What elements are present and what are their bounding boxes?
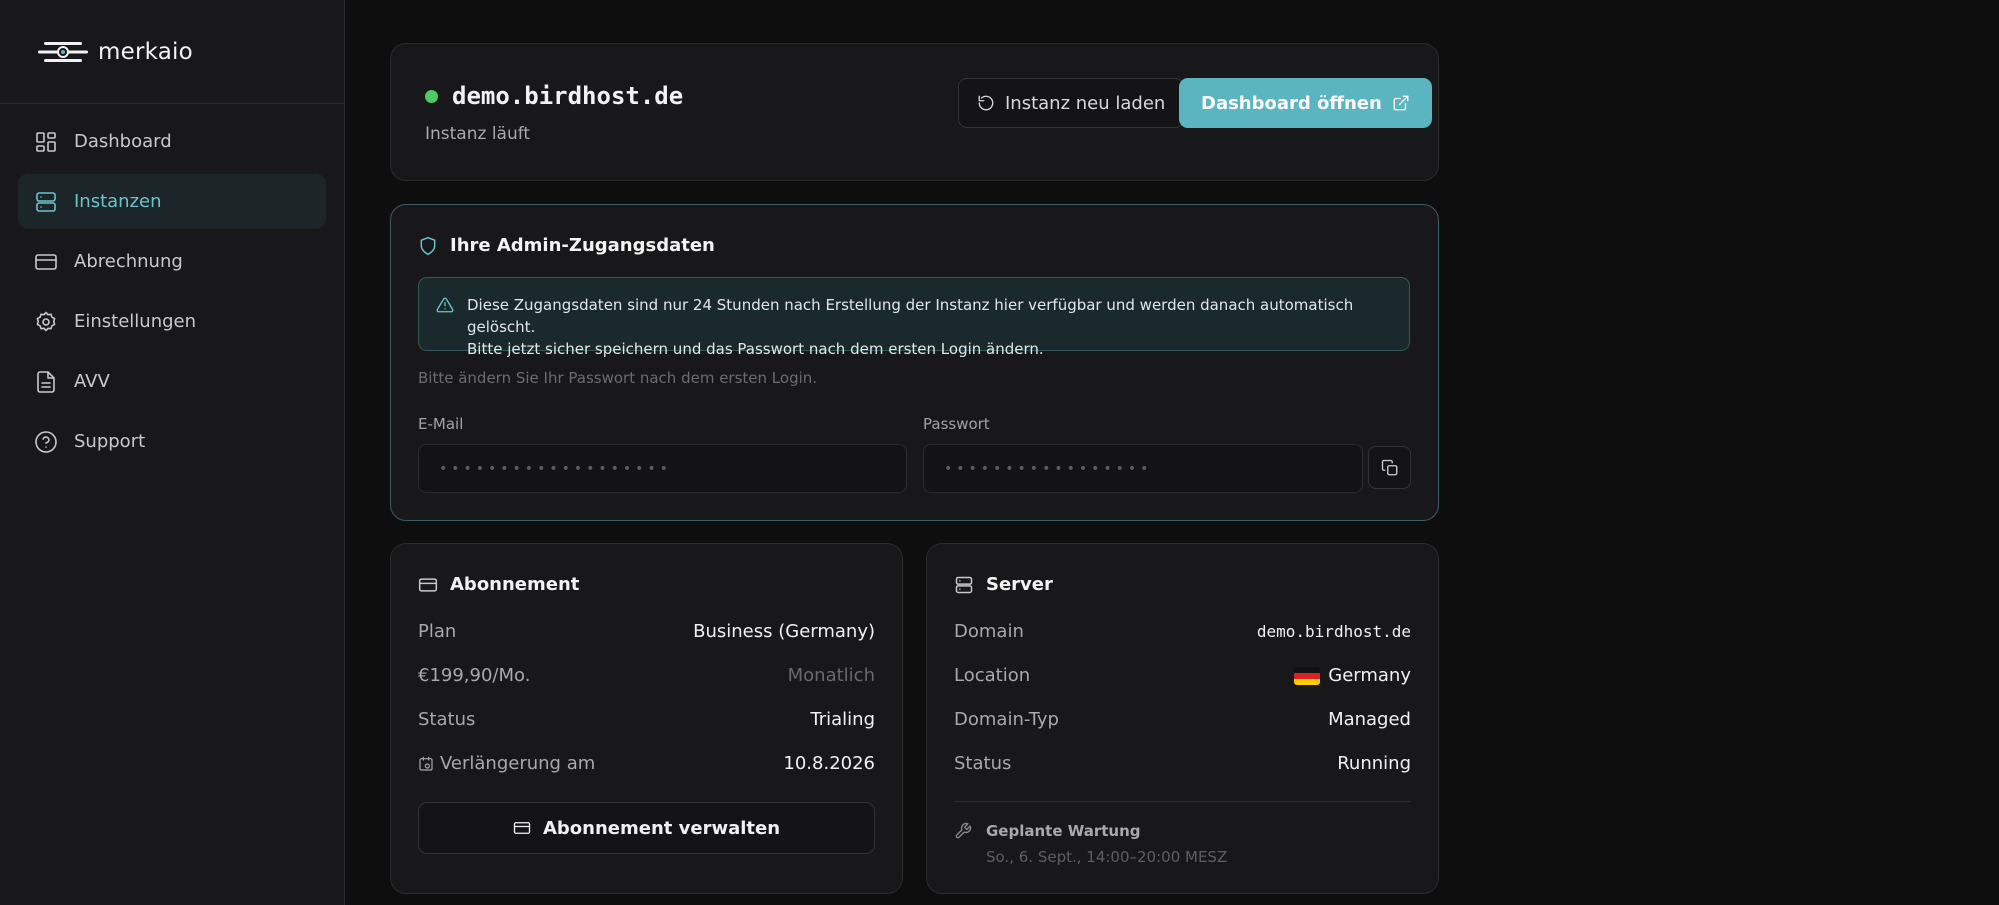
sidebar-item-label: Einstellungen [74, 311, 197, 332]
location-key: Location [954, 665, 1031, 686]
credit-card-icon [35, 253, 57, 270]
server-card: Server Domain demo.birdhost.de Location … [926, 543, 1439, 894]
renewal-key-wrap: Verlängerung am [418, 753, 595, 774]
germany-flag-icon [1294, 666, 1321, 685]
domain-key: Domain [954, 621, 1024, 642]
subscription-title: Abonnement [450, 574, 580, 595]
server-icon [955, 576, 973, 593]
server-title: Server [986, 574, 1053, 595]
renewal-value: 10.8.2026 [783, 753, 875, 774]
wrench-icon [955, 822, 972, 839]
price-row: €199,90/Mo. Monatlich [418, 665, 875, 686]
credentials-title: Ihre Admin-Zugangsdaten [450, 235, 715, 256]
domain-type-row: Domain-Typ Managed [954, 709, 1411, 730]
plan-row: Plan Business (Germany) [418, 621, 875, 642]
server-title-row: Server [954, 574, 1053, 595]
server-status-value: Running [1337, 753, 1411, 774]
price-value: €199,90/Mo. [418, 665, 531, 686]
status-dot [425, 89, 438, 103]
sidebar-item-instanzen[interactable]: Instanzen [18, 174, 326, 229]
sidebar-item-support[interactable]: Support [18, 414, 326, 469]
external-link-icon [1393, 95, 1409, 111]
brand-logo[interactable]: merkaio [0, 0, 344, 104]
instance-host-row: demo.birdhost.de [425, 82, 683, 110]
manage-subscription-button[interactable]: Abonnement verwalten [418, 802, 875, 854]
credentials-alert: Diese Zugangsdaten sind nur 24 Stunden n… [418, 277, 1410, 358]
sidebar-item-label: Abrechnung [74, 251, 183, 272]
password-label: Passwort [923, 415, 990, 433]
email-label: E-Mail [418, 415, 464, 433]
subscription-status-row: Status Trialing [418, 709, 875, 730]
location-value-wrap: Germany [1294, 665, 1411, 686]
instance-host: demo.birdhost.de [452, 82, 684, 110]
open-dashboard-label: Dashboard öffnen [1201, 92, 1382, 114]
divider [954, 801, 1411, 802]
sidebar-item-label: Support [74, 431, 146, 452]
domain-type-value: Managed [1328, 709, 1411, 730]
renewal-key: Verlängerung am [440, 753, 596, 774]
warning-icon [436, 297, 454, 313]
credit-card-icon [418, 577, 438, 592]
password-field[interactable]: ••••••••••••••••• [923, 444, 1363, 493]
password-hint: Bitte ändern Sie Ihr Passwort nach dem e… [418, 369, 818, 387]
subscription-status-key: Status [418, 709, 476, 730]
sidebar-item-einstellungen[interactable]: Einstellungen [18, 294, 326, 349]
subscription-title-row: Abonnement [418, 574, 579, 595]
plan-value: Business (Germany) [693, 621, 875, 642]
copy-icon [1381, 459, 1397, 475]
sidebar-item-avv[interactable]: AVV [18, 354, 326, 409]
domain-row: Domain demo.birdhost.de [954, 621, 1411, 642]
logo-icon [38, 41, 88, 62]
sidebar-item-dashboard[interactable]: Dashboard [18, 114, 326, 169]
sidebar: merkaio Dashboard Instanzen Abrechnung E… [0, 0, 345, 905]
sidebar-item-label: Dashboard [74, 131, 172, 152]
maintenance-time: So., 6. Sept., 14:00–20:00 MESZ [986, 848, 1228, 866]
server-status-row: Status Running [954, 753, 1411, 774]
manage-subscription-label: Abonnement verwalten [542, 817, 781, 839]
server-status-key: Status [954, 753, 1012, 774]
dashboard-icon [36, 131, 56, 152]
subscription-card: Abonnement Plan Business (Germany) €199,… [390, 543, 903, 894]
copy-password-button[interactable] [1368, 446, 1411, 489]
sidebar-item-label: Instanzen [74, 191, 162, 212]
shield-icon [420, 236, 436, 255]
admin-credentials-card: Ihre Admin-Zugangsdaten Diese Zugangsdat… [390, 204, 1439, 521]
gear-icon [36, 311, 56, 331]
sidebar-item-label: AVV [74, 371, 110, 392]
domain-type-key: Domain-Typ [954, 709, 1059, 730]
maintenance-text: Geplante Wartung So., 6. Sept., 14:00–20… [986, 822, 1227, 866]
reload-instance-label: Instanz neu laden [1005, 92, 1166, 114]
open-dashboard-button[interactable]: Dashboard öffnen [1179, 78, 1432, 128]
instance-header-card: demo.birdhost.de Instanz läuft Instanz n… [390, 43, 1439, 181]
maintenance-title: Geplante Wartung [986, 822, 1141, 840]
maintenance-info: Geplante Wartung So., 6. Sept., 14:00–20… [954, 822, 1227, 866]
domain-value: demo.birdhost.de [1256, 622, 1411, 641]
help-circle-icon [35, 430, 57, 453]
server-icon [36, 191, 56, 212]
refresh-icon [978, 95, 994, 111]
billing-interval: Monatlich [787, 665, 875, 686]
document-icon [37, 370, 55, 393]
plan-key: Plan [418, 621, 457, 642]
subscription-status-value: Trialing [810, 709, 875, 730]
credentials-title-row: Ihre Admin-Zugangsdaten [418, 235, 715, 256]
alert-line-1: Diese Zugangsdaten sind nur 24 Stunden n… [467, 296, 1354, 336]
renewal-row: Verlängerung am 10.8.2026 [418, 753, 875, 774]
reload-instance-button[interactable]: Instanz neu laden [958, 78, 1185, 128]
sidebar-item-abrechnung[interactable]: Abrechnung [18, 234, 326, 289]
alert-line-2: Bitte jetzt sicher speichern und das Pas… [467, 340, 1044, 358]
email-field[interactable]: ••••••••••••••••••• [418, 444, 907, 493]
brand-name: merkaio [98, 38, 193, 65]
location-value: Germany [1328, 665, 1411, 686]
instance-status-text: Instanz läuft [425, 124, 531, 144]
credit-card-icon [513, 822, 531, 834]
calendar-clock-icon [419, 756, 433, 771]
location-row: Location Germany [954, 665, 1411, 686]
sidebar-nav: Dashboard Instanzen Abrechnung Einstellu… [0, 104, 344, 469]
